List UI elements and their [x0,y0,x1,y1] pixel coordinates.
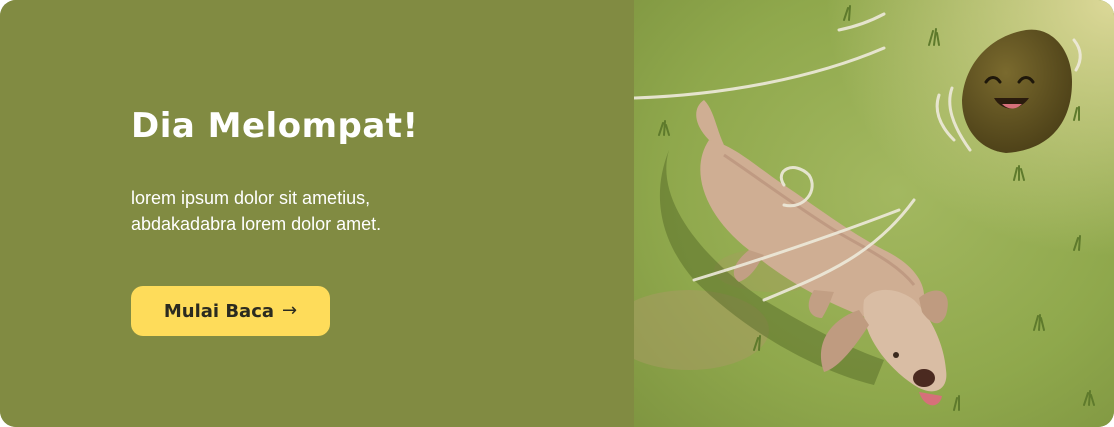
banner-description: lorem ipsum dolor sit ametius, abdakadab… [131,188,382,234]
story-banner: Dia Melompat! lorem ipsum dolor sit amet… [0,0,1114,427]
arrow-right-icon: → [282,300,298,321]
start-reading-button[interactable]: Mulai Baca → [131,286,330,336]
banner-text-panel: Dia Melompat! lorem ipsum dolor sit amet… [0,0,634,427]
story-illustration [634,0,1114,427]
banner-title: Dia Melompat! [131,106,419,146]
start-reading-label: Mulai Baca [163,300,275,322]
dog-and-ball-illustration [634,0,1114,427]
